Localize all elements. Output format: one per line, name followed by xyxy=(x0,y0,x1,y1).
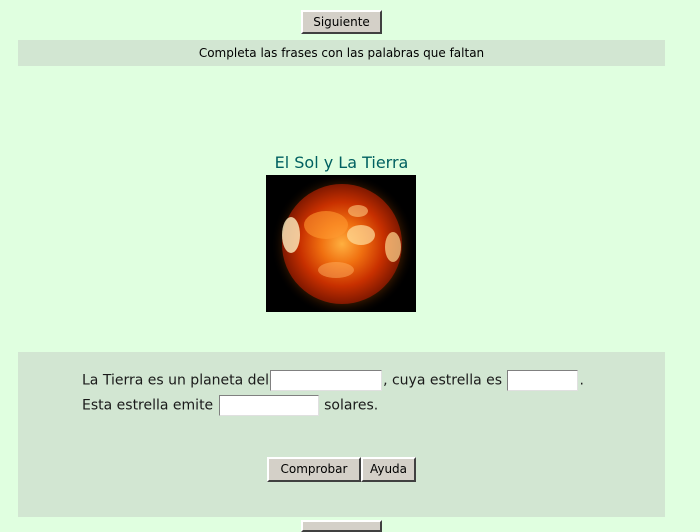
gap-input-3[interactable] xyxy=(218,395,319,416)
sentence-2: Esta estrella emite solares. xyxy=(82,395,378,416)
check-button[interactable]: Comprobar xyxy=(267,457,361,482)
sun-image xyxy=(266,175,416,312)
sentence-1-part-3: . xyxy=(579,372,584,389)
gap-input-2[interactable] xyxy=(507,370,579,391)
sentence-1-part-1: La Tierra es un planeta del xyxy=(82,372,270,389)
instructions-banner: Completa las frases con las palabras que… xyxy=(18,40,665,66)
sentence-2-part-1: Esta estrella emite xyxy=(82,397,214,414)
instructions-text: Completa las frases con las palabras que… xyxy=(198,46,485,60)
sentence-1-part-2: , cuya estrella es xyxy=(383,372,503,389)
next-button-bottom[interactable] xyxy=(301,520,382,532)
exercise-title: El Sol y La Tierra xyxy=(274,153,409,172)
help-button[interactable]: Ayuda xyxy=(361,457,416,482)
gap-input-1[interactable] xyxy=(270,370,383,391)
sun-icon xyxy=(266,175,416,312)
sentence-2-part-2: solares. xyxy=(324,397,379,414)
next-button[interactable]: Siguiente xyxy=(301,10,382,34)
sentence-1: La Tierra es un planeta del , cuya estrel… xyxy=(82,370,584,391)
